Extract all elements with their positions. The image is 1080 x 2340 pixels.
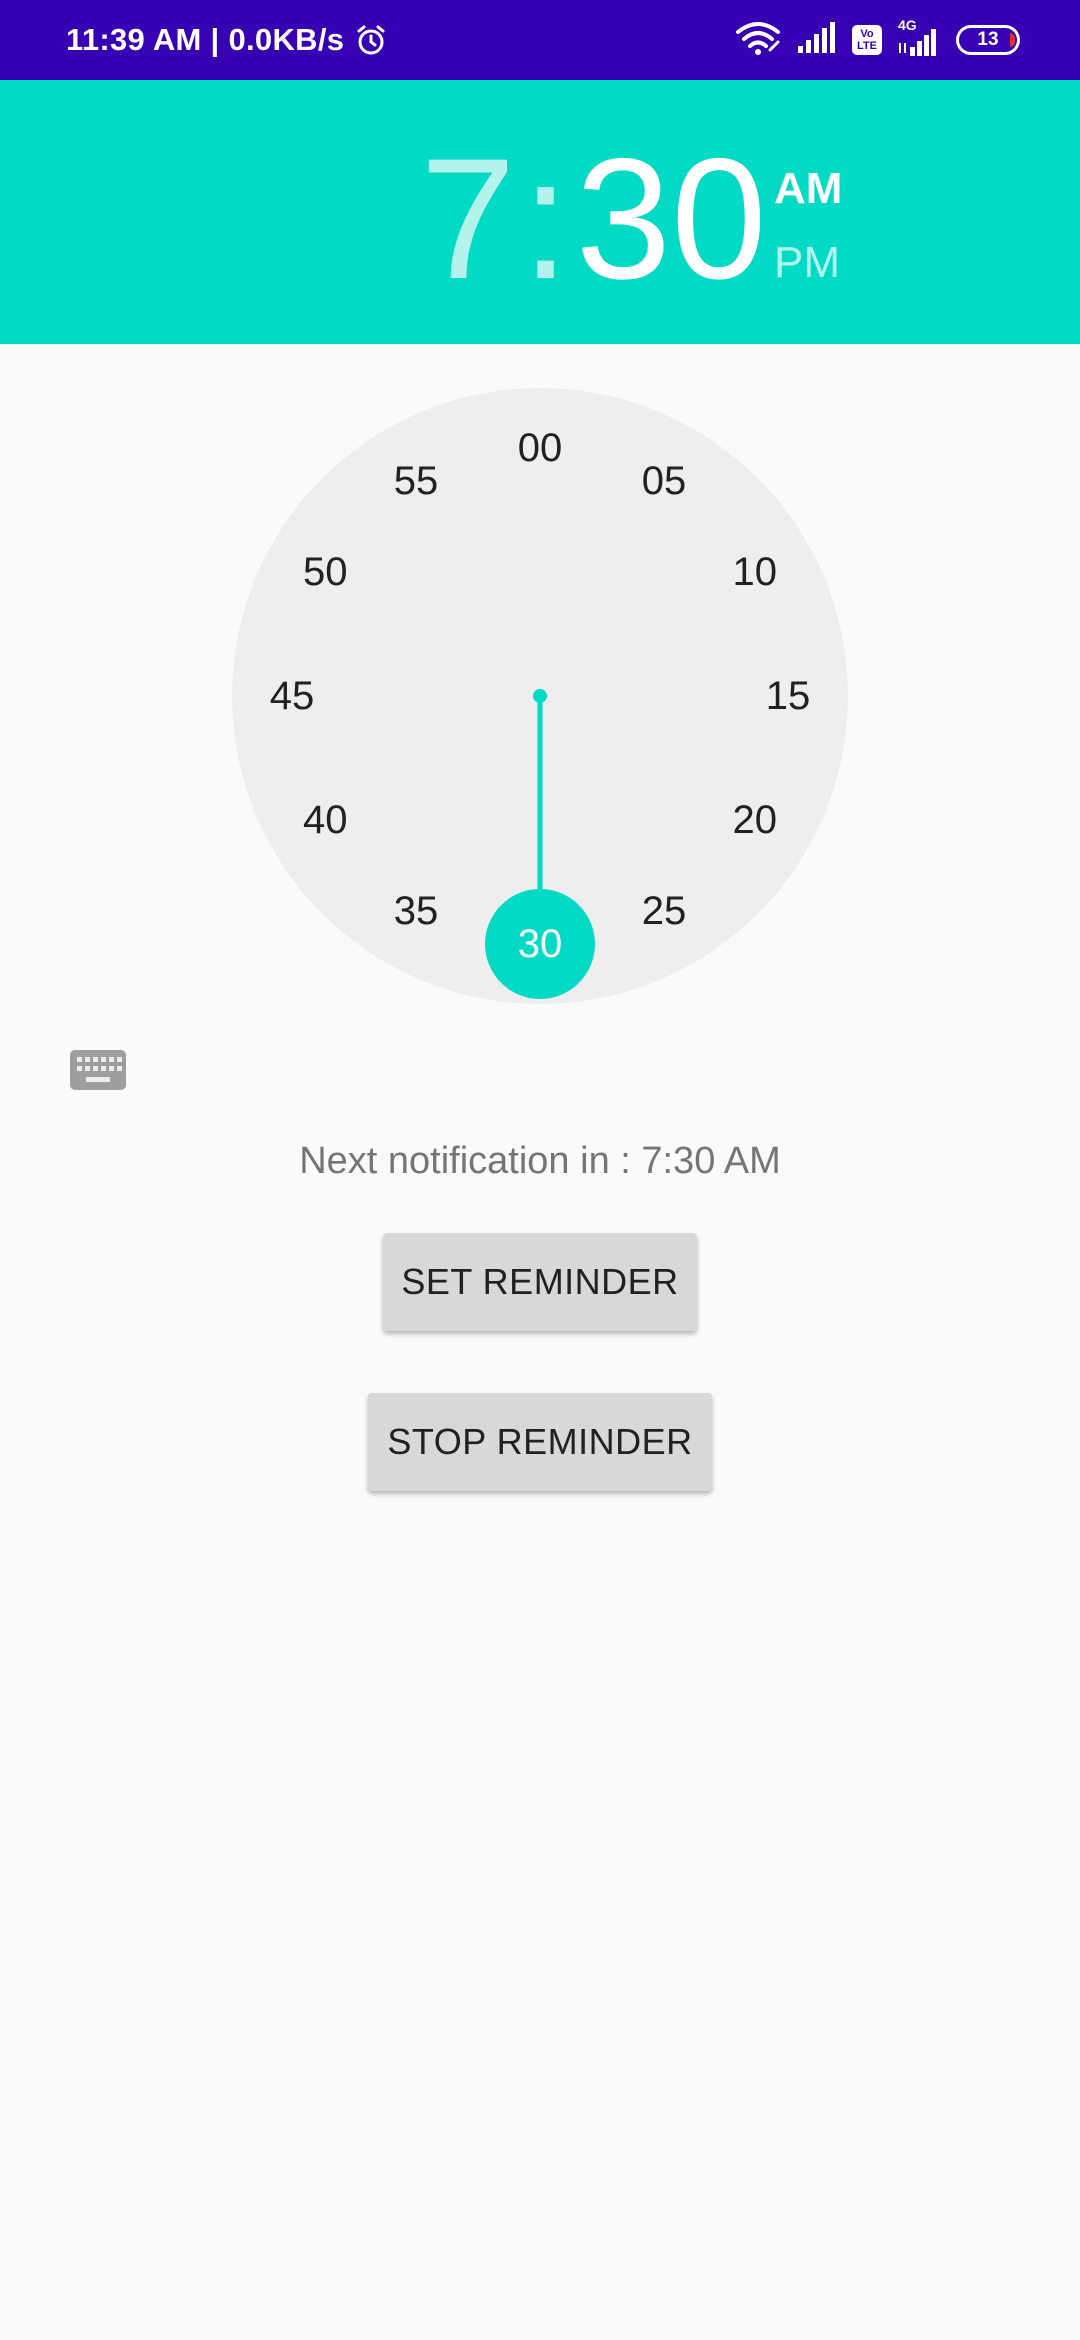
set-reminder-button[interactable]: SET REMINDER: [383, 1233, 697, 1331]
time-display: 7 : 30: [420, 123, 767, 315]
minute-dial[interactable]: 00 05 10 15 20 25 30 35 40 45 50 55: [232, 388, 848, 1004]
clock-tick[interactable]: 15: [748, 671, 828, 721]
clock-tick[interactable]: 05: [624, 456, 704, 506]
battery-level: 13: [977, 29, 999, 50]
next-notification-text: Next notification in : 7:30 AM: [299, 1140, 781, 1182]
status-time-speed: 11:39 AM | 0.0KB/s: [66, 22, 345, 57]
am-toggle[interactable]: AM: [774, 164, 842, 214]
minute-value[interactable]: 30: [575, 133, 766, 305]
signal-4g-icon: 4G: [896, 17, 942, 57]
clock-tick[interactable]: 10: [715, 547, 795, 597]
volte-icon: Vo LTE: [852, 25, 882, 55]
volte-label: Vo LTE: [857, 28, 877, 52]
hour-value[interactable]: 7: [420, 133, 516, 305]
status-left: 11:39 AM | 0.0KB/s: [66, 0, 388, 80]
battery-low-indicator: [1010, 33, 1015, 47]
stop-reminder-button[interactable]: STOP REMINDER: [368, 1393, 712, 1491]
battery-icon: 13: [956, 25, 1020, 55]
clock-tick[interactable]: 00: [500, 423, 580, 473]
clock-tick[interactable]: 50: [285, 547, 365, 597]
clock-tick[interactable]: 45: [252, 671, 332, 721]
keyboard-icon[interactable]: [70, 1048, 128, 1092]
status-right: Vo LTE 4G 13: [734, 0, 1020, 80]
clock-tick[interactable]: 40: [285, 795, 365, 845]
signal-icon: [796, 21, 838, 59]
clock-tick[interactable]: 35: [376, 886, 456, 936]
clock-tick-selected[interactable]: 30: [485, 889, 595, 999]
clock-tick[interactable]: 25: [624, 886, 704, 936]
clock-tick[interactable]: 20: [715, 795, 795, 845]
pm-toggle[interactable]: PM: [774, 238, 840, 288]
wifi-icon: [734, 20, 782, 61]
time-header: 7 : 30 AM PM: [0, 80, 1080, 344]
alarm-icon: [354, 23, 388, 57]
status-bar: 11:39 AM | 0.0KB/s Vo LTE 4G 13: [0, 0, 1080, 80]
time-separator: :: [521, 123, 570, 315]
network-label: 4G: [898, 17, 917, 33]
clock-tick[interactable]: 55: [376, 456, 456, 506]
